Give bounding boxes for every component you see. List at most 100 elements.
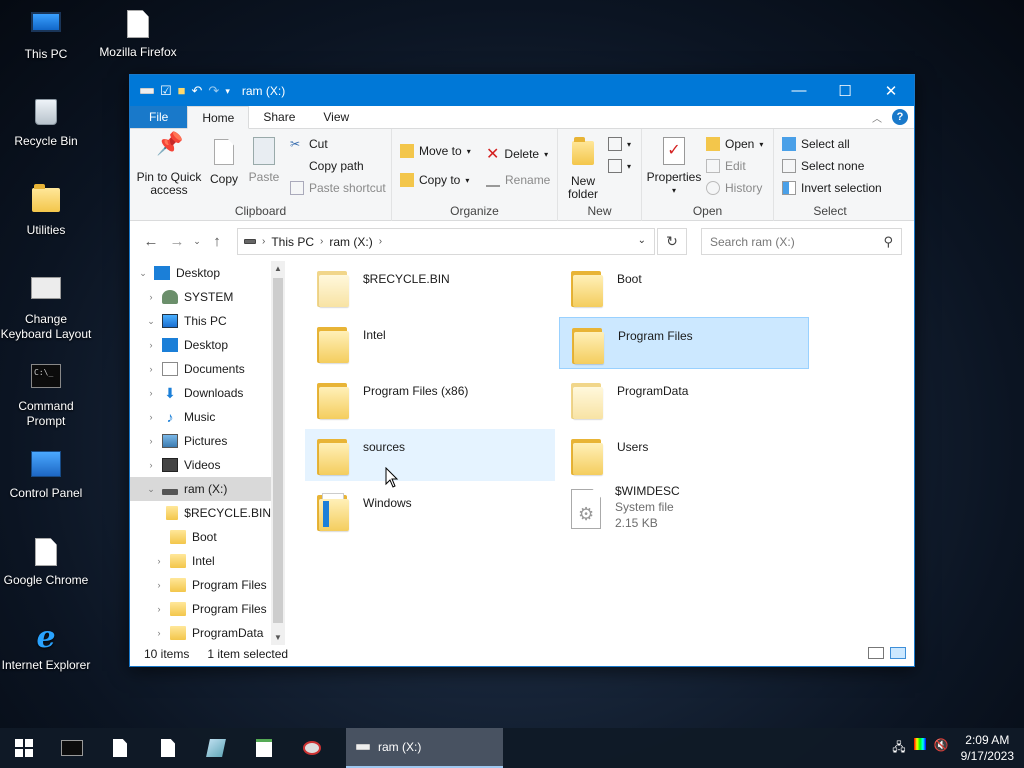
collapse-ribbon-icon[interactable]: ︿ xyxy=(872,110,882,125)
desktop-icon-command-prompt[interactable]: C:\_ Command Prompt xyxy=(0,360,92,429)
minimize-button[interactable]: — xyxy=(776,75,822,106)
taskbar-notepad-app[interactable] xyxy=(240,728,288,768)
taskbar-file-2[interactable] xyxy=(144,728,192,768)
paste-shortcut-button[interactable]: Paste shortcut xyxy=(290,181,386,195)
customize-qa-icon[interactable]: ▾ xyxy=(225,84,230,98)
tree-item[interactable]: › Program Files xyxy=(130,597,271,621)
cut-button[interactable]: ✂ Cut xyxy=(290,137,328,151)
chevron-right-icon[interactable]: › xyxy=(152,628,166,638)
folder-item[interactable]: Windows xyxy=(305,485,555,537)
tree-item[interactable]: ⌄ This PC xyxy=(130,309,271,333)
file-item[interactable]: ⚙ $WIMDESC System file 2.15 KB xyxy=(559,484,809,537)
help-icon[interactable]: ? xyxy=(892,109,908,125)
undo-icon[interactable]: ↶ xyxy=(192,83,203,98)
scroll-thumb[interactable] xyxy=(273,278,283,623)
desktop-icon-chrome[interactable]: Google Chrome xyxy=(0,536,92,588)
tree-item[interactable]: › Program Files xyxy=(130,573,271,597)
clock[interactable]: 2:09 AM 9/17/2023 xyxy=(961,732,1014,764)
maximize-button[interactable]: ☐ xyxy=(822,75,868,106)
chevron-down-icon[interactable]: ⌄ xyxy=(136,268,150,279)
chevron-right-icon[interactable]: › xyxy=(152,604,166,614)
folder-item[interactable]: Program Files (x86) xyxy=(305,373,555,425)
tab-home[interactable]: Home xyxy=(187,106,250,129)
new-folder-qa-icon[interactable]: ■ xyxy=(178,83,186,98)
chevron-right-icon[interactable]: › xyxy=(144,412,158,422)
pin-to-quick-access-button[interactable]: 📌 Pin to Quick access xyxy=(136,133,202,197)
details-view-icon[interactable] xyxy=(868,647,884,659)
address-dropdown-icon[interactable]: ⌄ xyxy=(638,235,646,246)
select-all-button[interactable]: Select all xyxy=(782,137,850,151)
taskbar-explorer-ram[interactable]: ram (X:) xyxy=(346,728,503,768)
desktop-icon-this-pc[interactable]: This PC xyxy=(0,8,92,62)
redo-icon[interactable]: ↷ xyxy=(208,83,219,98)
desktop-icon-keyboard-layout[interactable]: Change Keyboard Layout xyxy=(0,272,92,342)
scroll-down-arrow[interactable]: ▼ xyxy=(271,633,285,642)
chevron-right-icon[interactable]: › xyxy=(144,436,158,446)
search-input[interactable]: Search ram (X:) ⚲ xyxy=(701,228,902,255)
desktop-icon-control-panel[interactable]: Control Panel xyxy=(0,448,92,501)
new-folder-button[interactable]: New folder xyxy=(562,137,604,201)
network-icon[interactable]: 🖧 xyxy=(892,738,905,759)
breadcrumb-ram[interactable]: ram (X:) xyxy=(329,235,372,249)
color-app-icon[interactable] xyxy=(913,737,926,750)
folder-item[interactable]: sources xyxy=(305,429,555,481)
rename-button[interactable]: Rename xyxy=(486,173,550,187)
chevron-right-icon[interactable]: › xyxy=(144,460,158,470)
tree-item[interactable]: ⌄ Desktop xyxy=(130,261,271,285)
chevron-right-icon[interactable]: › xyxy=(144,388,158,398)
refresh-button[interactable]: ↻ xyxy=(657,228,687,255)
tree-item[interactable]: › Desktop xyxy=(130,333,271,357)
address-bar[interactable]: › This PC › ram (X:) › ⌄ xyxy=(237,228,655,255)
delete-button[interactable]: ✕ Delete ▾ xyxy=(486,144,548,164)
folder-item[interactable]: ProgramData xyxy=(559,373,809,425)
tree-item[interactable]: › Videos xyxy=(130,453,271,477)
back-button[interactable]: ← xyxy=(138,233,164,250)
volume-muted-icon[interactable]: 🔇 xyxy=(934,738,949,759)
close-button[interactable]: ✕ xyxy=(868,75,914,106)
tree-item[interactable]: › Documents xyxy=(130,357,271,381)
copy-path-button[interactable]: Copy path xyxy=(290,159,364,173)
copy-button[interactable]: Copy xyxy=(206,137,242,186)
desktop-icon-internet-explorer[interactable]: e Internet Explorer xyxy=(0,622,92,673)
desktop-icon-recycle-bin[interactable]: Recycle Bin xyxy=(0,96,92,149)
title-bar[interactable]: ☑ ■ ↶ ↷ ▾ ram (X:) — ☐ ✕ xyxy=(130,75,914,106)
recent-locations-button[interactable]: ⌄ xyxy=(190,236,204,247)
folder-item[interactable]: $RECYCLE.BIN xyxy=(305,261,555,313)
start-button[interactable] xyxy=(0,728,48,768)
chevron-down-icon[interactable]: ⌄ xyxy=(144,484,158,495)
easy-access-button[interactable]: ▾ xyxy=(608,159,631,173)
chevron-down-icon[interactable]: ⌄ xyxy=(144,316,158,327)
chevron-right-icon[interactable]: › xyxy=(144,292,158,302)
tree-item[interactable]: › Pictures xyxy=(130,429,271,453)
paste-button[interactable]: Paste xyxy=(246,137,282,184)
tree-item[interactable]: $RECYCLE.BIN xyxy=(130,501,271,525)
tree-item[interactable]: ⌄ ram (X:) xyxy=(130,477,271,501)
desktop-icon-firefox[interactable]: Mozilla Firefox xyxy=(92,8,184,60)
breadcrumb-this-pc[interactable]: This PC xyxy=(271,235,314,249)
properties-qa-icon[interactable]: ☑ xyxy=(160,83,172,98)
invert-selection-button[interactable]: Invert selection xyxy=(782,181,882,195)
up-button[interactable]: ↑ xyxy=(204,233,230,250)
chevron-right-icon[interactable]: › xyxy=(152,580,166,590)
chevron-right-icon[interactable]: › xyxy=(144,340,158,350)
tab-view[interactable]: View xyxy=(309,106,363,128)
chevron-right-icon[interactable]: › xyxy=(144,364,158,374)
move-to-button[interactable]: Move to ▾ xyxy=(400,144,471,158)
properties-button[interactable]: ✓ Properties ▾ xyxy=(644,137,704,197)
new-item-button[interactable]: ▾ xyxy=(608,137,631,151)
desktop-icon-utilities[interactable]: Utilities xyxy=(0,184,92,238)
scroll-up-arrow[interactable]: ▲ xyxy=(271,264,285,273)
nav-scrollbar[interactable]: ▲ ▼ xyxy=(271,261,285,645)
taskbar-glass-app[interactable] xyxy=(192,728,240,768)
forward-button[interactable]: → xyxy=(164,233,190,250)
folder-item[interactable]: Program Files xyxy=(559,317,809,369)
edit-button[interactable]: Edit xyxy=(706,159,746,173)
tree-item[interactable]: › Intel xyxy=(130,549,271,573)
chevron-right-icon[interactable]: › xyxy=(152,556,166,566)
tree-item[interactable]: › SYSTEM xyxy=(130,285,271,309)
copy-to-button[interactable]: Copy to ▾ xyxy=(400,173,469,187)
open-button[interactable]: Open ▾ xyxy=(706,137,763,151)
taskbar-tools-app[interactable] xyxy=(288,728,336,768)
folder-item[interactable]: Users xyxy=(559,429,809,481)
tree-item[interactable]: Boot xyxy=(130,525,271,549)
